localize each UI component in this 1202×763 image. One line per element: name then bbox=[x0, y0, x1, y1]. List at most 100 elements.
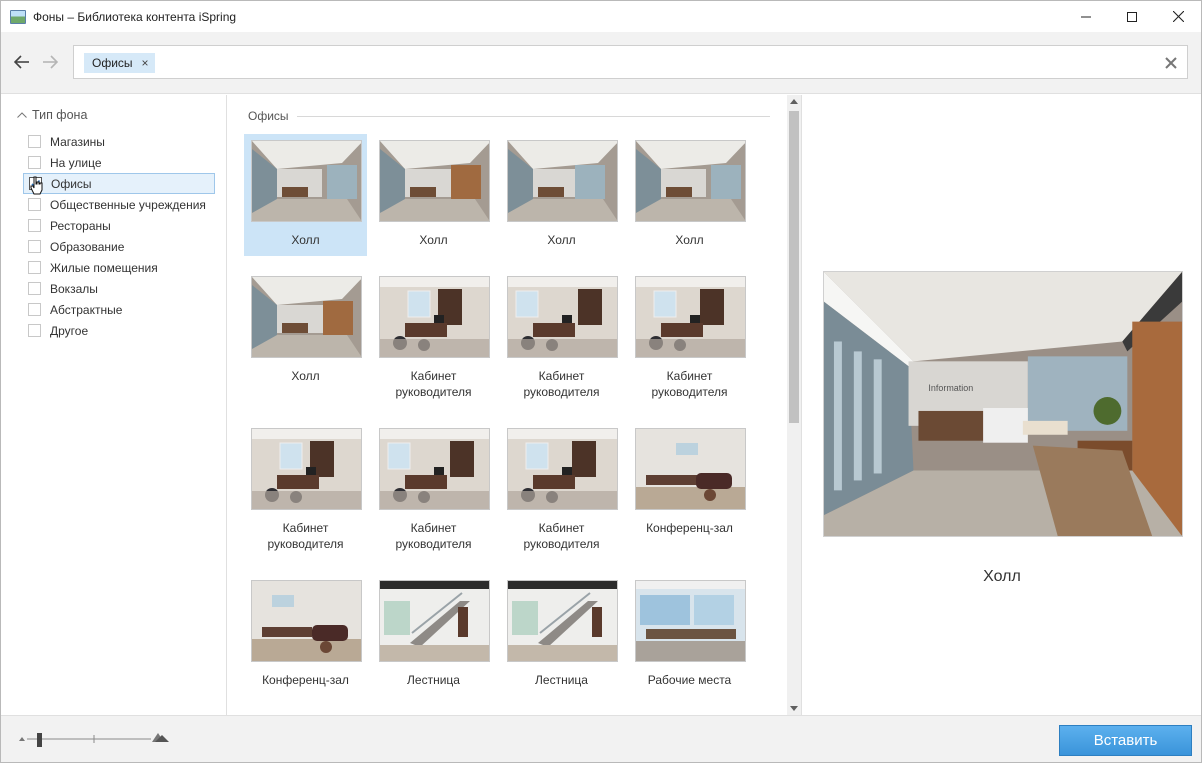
thumbnail-image bbox=[635, 140, 746, 222]
filter-list: Магазины На улице Офисы Общественные учрежд… bbox=[23, 131, 215, 341]
thumbnail-image bbox=[379, 580, 490, 662]
content-library-window: Фоны – Библиотека контента iSpring Офисы… bbox=[0, 0, 1202, 763]
back-button[interactable] bbox=[11, 51, 33, 73]
scroll-down-icon[interactable] bbox=[790, 706, 798, 711]
thumbnail-label: Лестница bbox=[407, 673, 460, 687]
filter-label: Образование bbox=[50, 239, 125, 254]
grid-scrollbar[interactable] bbox=[787, 95, 802, 715]
filter-label: Общественные учреждения bbox=[50, 197, 206, 212]
thumbnail-tile[interactable]: Рабочие места bbox=[628, 574, 751, 710]
thumbnail-tile[interactable]: Кабинет руководителя bbox=[372, 422, 495, 558]
thumbnail-tile[interactable]: Холл bbox=[500, 134, 623, 256]
filter-checkbox[interactable] bbox=[28, 261, 41, 274]
filter-item[interactable]: На улице bbox=[23, 152, 215, 173]
title-bar: Фоны – Библиотека контента iSpring bbox=[1, 1, 1201, 32]
arrow-right-icon bbox=[43, 55, 58, 69]
thumbnail-tile[interactable]: Лестница bbox=[500, 574, 623, 710]
clear-search-button[interactable] bbox=[1161, 53, 1181, 73]
filter-label: Офисы bbox=[51, 176, 92, 191]
thumbnail-image bbox=[251, 428, 362, 510]
search-input[interactable]: Офисы × bbox=[73, 45, 1188, 79]
thumbnail-image bbox=[635, 276, 746, 358]
filter-label: На улице bbox=[50, 155, 102, 170]
filter-item[interactable]: Офисы bbox=[23, 173, 215, 195]
maximize-button[interactable] bbox=[1109, 1, 1155, 32]
thumbnail-grid: Офисы Холл Холл Холл Холл Холл Кабинет руковод… bbox=[228, 95, 787, 715]
filter-label: Магазины bbox=[50, 134, 105, 149]
filter-item[interactable]: Вокзалы bbox=[23, 278, 215, 299]
minimize-icon bbox=[1081, 16, 1091, 17]
forward-button[interactable] bbox=[39, 51, 61, 73]
filter-item[interactable]: Рестораны bbox=[23, 215, 215, 236]
thumbnail-label: Кабинет руководителя bbox=[267, 521, 344, 551]
preview-image: Information bbox=[823, 271, 1183, 537]
close-button[interactable] bbox=[1155, 1, 1201, 32]
thumbnail-label: Кабинет руководителя bbox=[523, 521, 600, 551]
thumbnail-label: Холл bbox=[675, 233, 704, 247]
thumbnail-image bbox=[379, 428, 490, 510]
scrollbar-thumb[interactable] bbox=[789, 111, 799, 423]
thumbnail-tile[interactable]: Кабинет руководителя bbox=[628, 270, 751, 406]
thumbnail-label: Холл bbox=[291, 369, 320, 383]
thumbnail-tile[interactable]: Холл bbox=[372, 134, 495, 256]
zoom-slider-thumb[interactable] bbox=[37, 733, 43, 747]
thumbnail-tile[interactable]: Кабинет руководителя bbox=[500, 422, 623, 558]
filter-item[interactable]: Магазины bbox=[23, 131, 215, 152]
thumbnail-tile[interactable]: Холл bbox=[628, 134, 751, 256]
tag-remove-button[interactable]: × bbox=[142, 56, 149, 70]
filter-checkbox[interactable] bbox=[28, 135, 41, 148]
filter-item[interactable]: Жилые помещения bbox=[23, 257, 215, 278]
thumbnail-label: Холл bbox=[291, 233, 320, 247]
thumbnail-tile[interactable]: Кабинет руководителя bbox=[244, 422, 367, 558]
section-divider bbox=[248, 116, 770, 117]
filter-item[interactable]: Образование bbox=[23, 236, 215, 257]
thumbnail-image bbox=[507, 580, 618, 662]
thumbnail-image bbox=[507, 140, 618, 222]
filter-checkbox[interactable] bbox=[28, 156, 41, 169]
thumbnail-label: Лестница bbox=[535, 673, 588, 687]
thumbnail-tile[interactable]: Лестница bbox=[372, 574, 495, 710]
minimize-button[interactable] bbox=[1063, 1, 1109, 32]
filter-group-header[interactable]: Тип фона bbox=[17, 108, 87, 122]
thumbnail-tile[interactable]: Кабинет руководителя bbox=[372, 270, 495, 406]
filter-label: Абстрактные bbox=[50, 302, 123, 317]
preview-label: Холл bbox=[983, 568, 1021, 585]
thumbnail-label: Холл bbox=[547, 233, 576, 247]
insert-button[interactable]: Вставить bbox=[1059, 725, 1192, 756]
thumbnail-label: Кабинет руководителя bbox=[395, 369, 472, 399]
chevron-up-icon bbox=[17, 112, 27, 118]
thumbnail-image bbox=[251, 580, 362, 662]
filter-item[interactable]: Общественные учреждения bbox=[23, 194, 215, 215]
preview-image-sign: Information bbox=[928, 383, 973, 393]
scroll-up-icon[interactable] bbox=[790, 99, 798, 104]
thumbnail-tile[interactable]: Кабинет руководителя bbox=[500, 270, 623, 406]
filter-checkbox[interactable] bbox=[28, 198, 41, 211]
preview-panel: Information Холл bbox=[803, 95, 1201, 715]
thumbnail-tile[interactable]: Конференц-зал bbox=[628, 422, 751, 558]
thumbnail-label: Холл bbox=[419, 233, 448, 247]
thumbnail-image bbox=[507, 428, 618, 510]
search-tag-label: Офисы bbox=[92, 56, 133, 70]
filter-checkbox[interactable] bbox=[28, 282, 41, 295]
thumbnail-tile[interactable]: Холл bbox=[244, 270, 367, 406]
mountain-small-icon bbox=[19, 737, 25, 741]
thumbnail-image bbox=[379, 276, 490, 358]
zoom-slider[interactable] bbox=[17, 730, 179, 750]
filter-item[interactable]: Другое bbox=[23, 320, 215, 341]
filter-panel: Тип фона Магазины На улице Офисы Общественн… bbox=[1, 95, 227, 715]
hall-preview-picture: Information bbox=[824, 272, 1182, 536]
filter-item[interactable]: Абстрактные bbox=[23, 299, 215, 320]
thumbnail-tile[interactable]: Конференц-зал bbox=[244, 574, 367, 710]
filter-checkbox[interactable] bbox=[28, 303, 41, 316]
filter-checkbox[interactable] bbox=[28, 324, 41, 337]
window-title: Фоны – Библиотека контента iSpring bbox=[33, 9, 237, 24]
filter-checkbox[interactable] bbox=[28, 219, 41, 232]
thumbnail-label: Кабинет руководителя bbox=[395, 521, 472, 551]
thumbnail-label: Кабинет руководителя bbox=[651, 369, 728, 399]
arrow-left-icon bbox=[14, 55, 29, 69]
thumbnail-tile[interactable]: Холл bbox=[244, 134, 367, 256]
window-controls bbox=[1063, 1, 1201, 32]
search-tag: Офисы × bbox=[84, 53, 155, 73]
close-icon bbox=[1172, 11, 1184, 22]
filter-checkbox[interactable] bbox=[28, 240, 41, 253]
